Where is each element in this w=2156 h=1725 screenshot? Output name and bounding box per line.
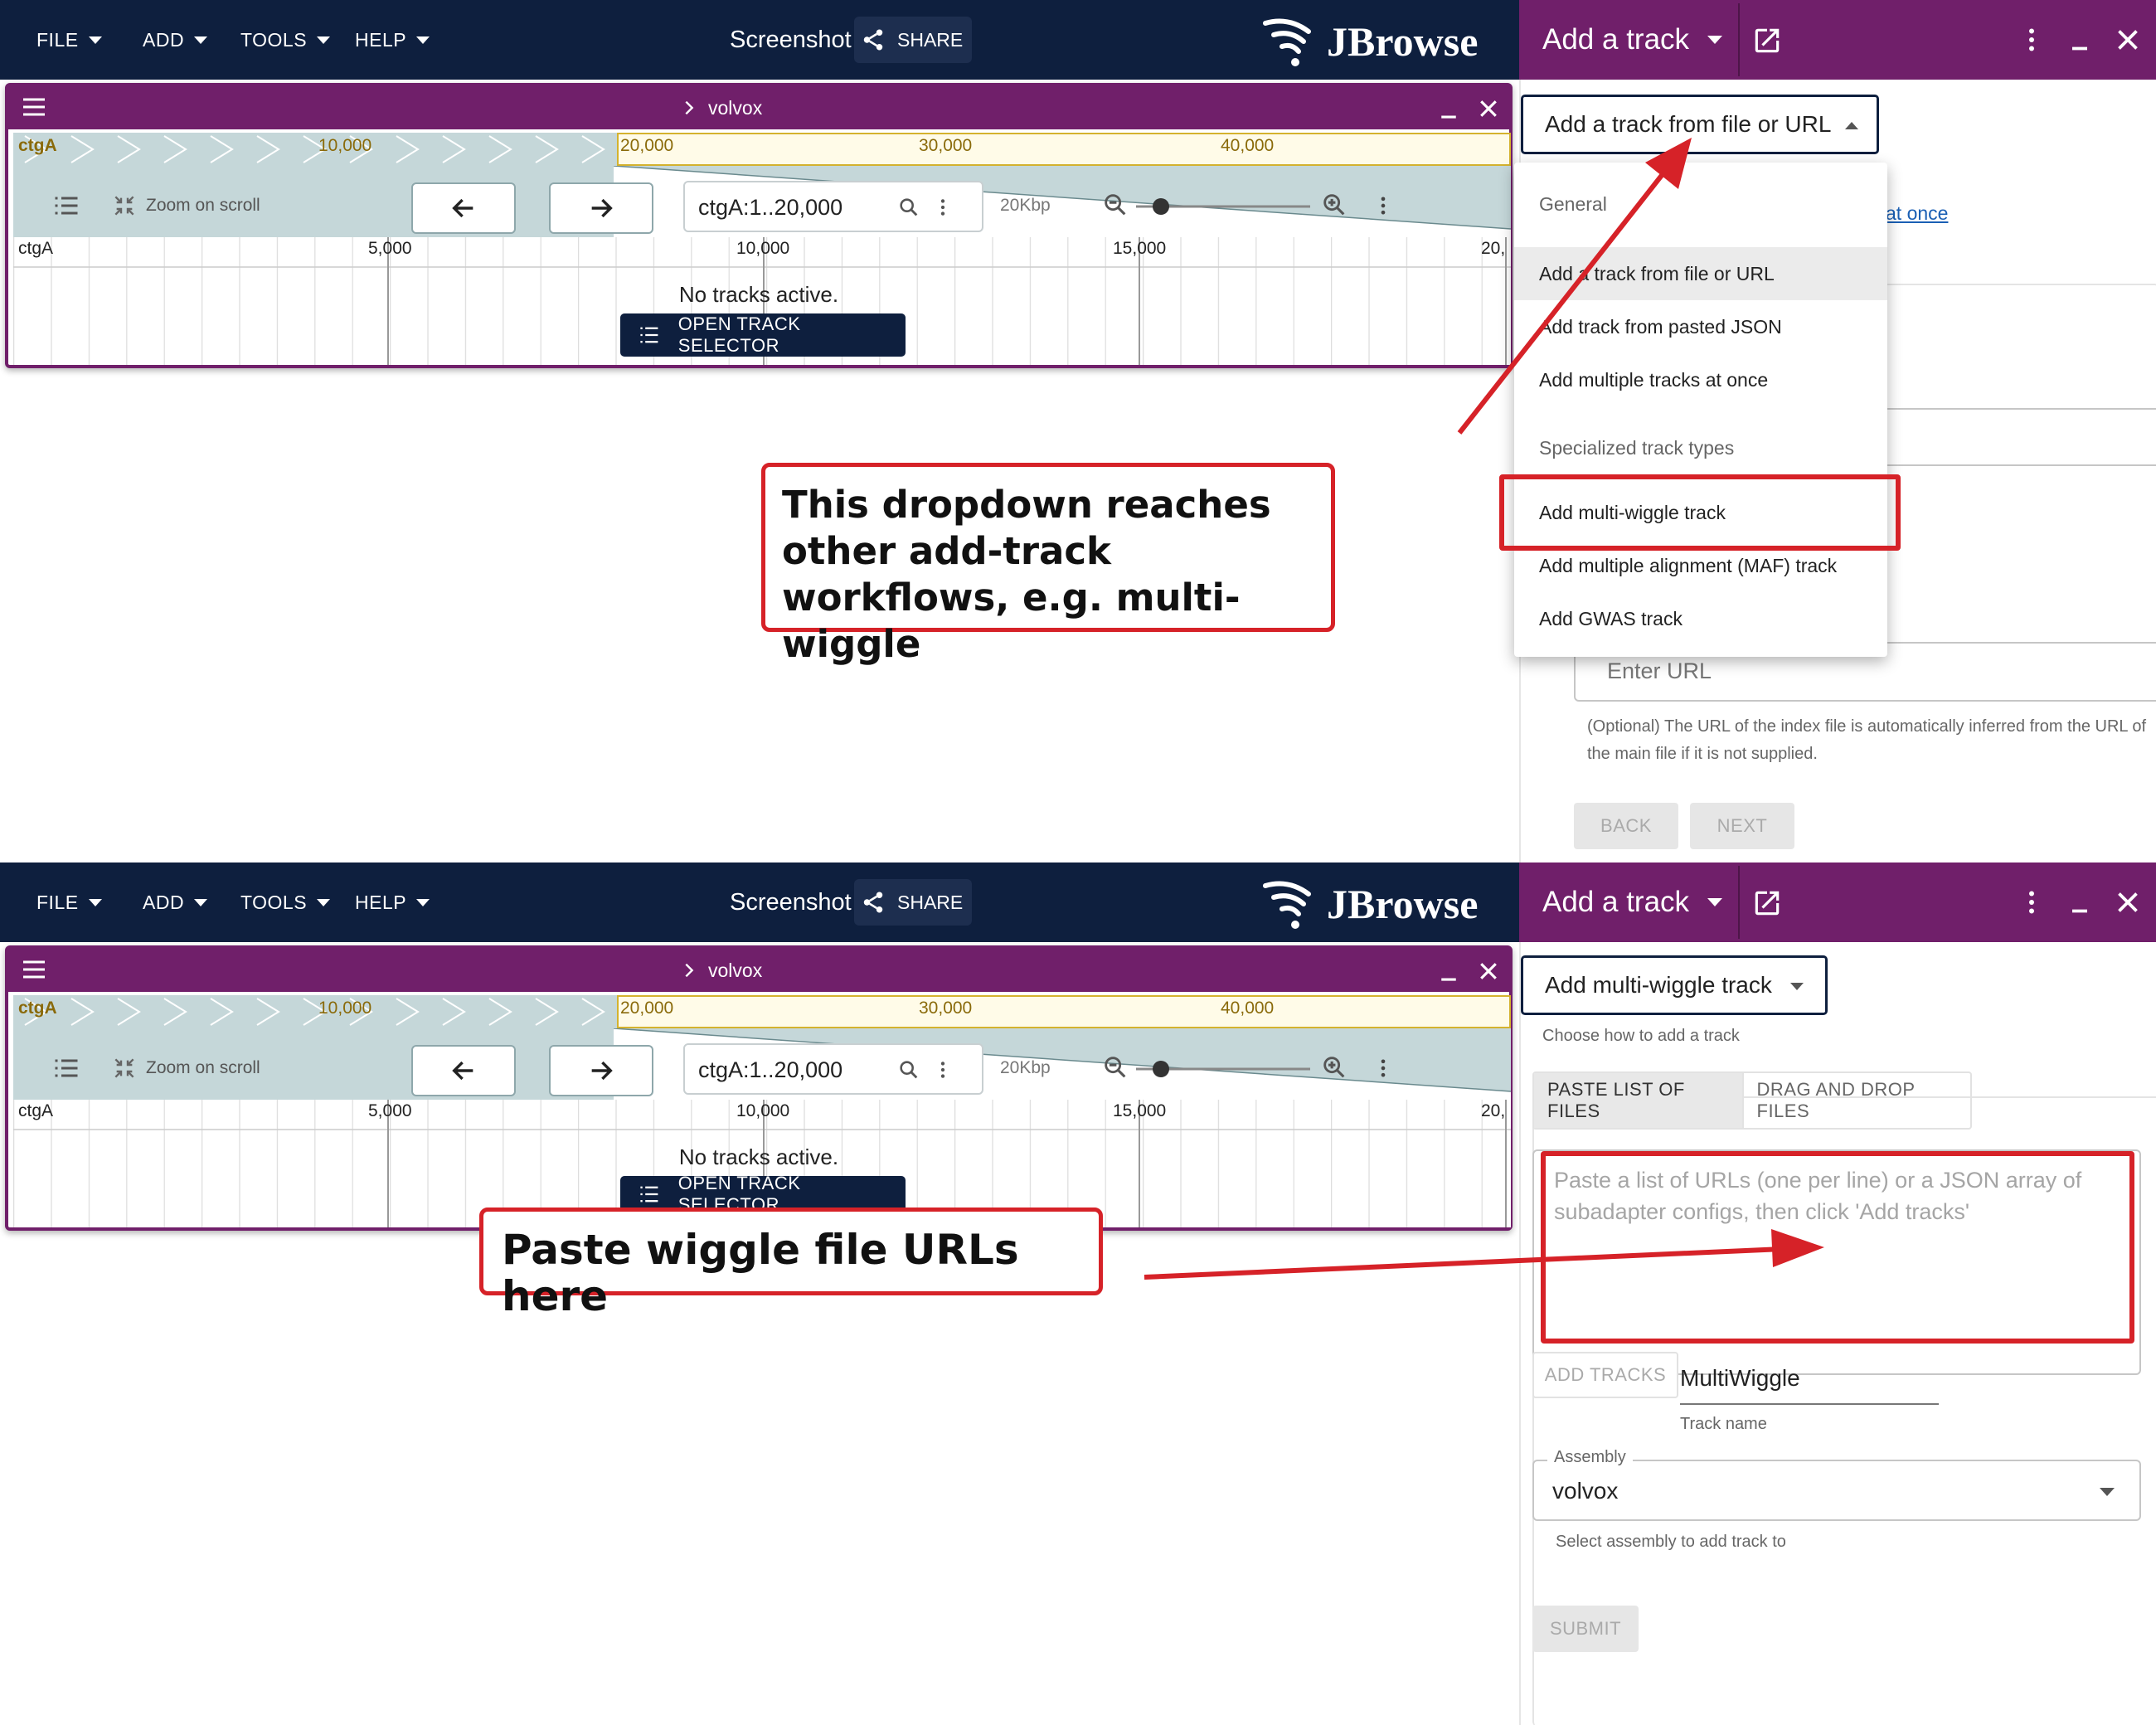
screenshot-panel-top: FILE ADD TOOLS HELP Screenshot SHARE JBr… — [0, 0, 2156, 862]
annotation-arrow — [1457, 138, 1692, 435]
annotation-arrow — [1144, 1229, 1824, 1280]
screenshot-panel-bottom: FILE ADD TOOLS HELP Screenshot SHARE JBr… — [0, 862, 2156, 1725]
